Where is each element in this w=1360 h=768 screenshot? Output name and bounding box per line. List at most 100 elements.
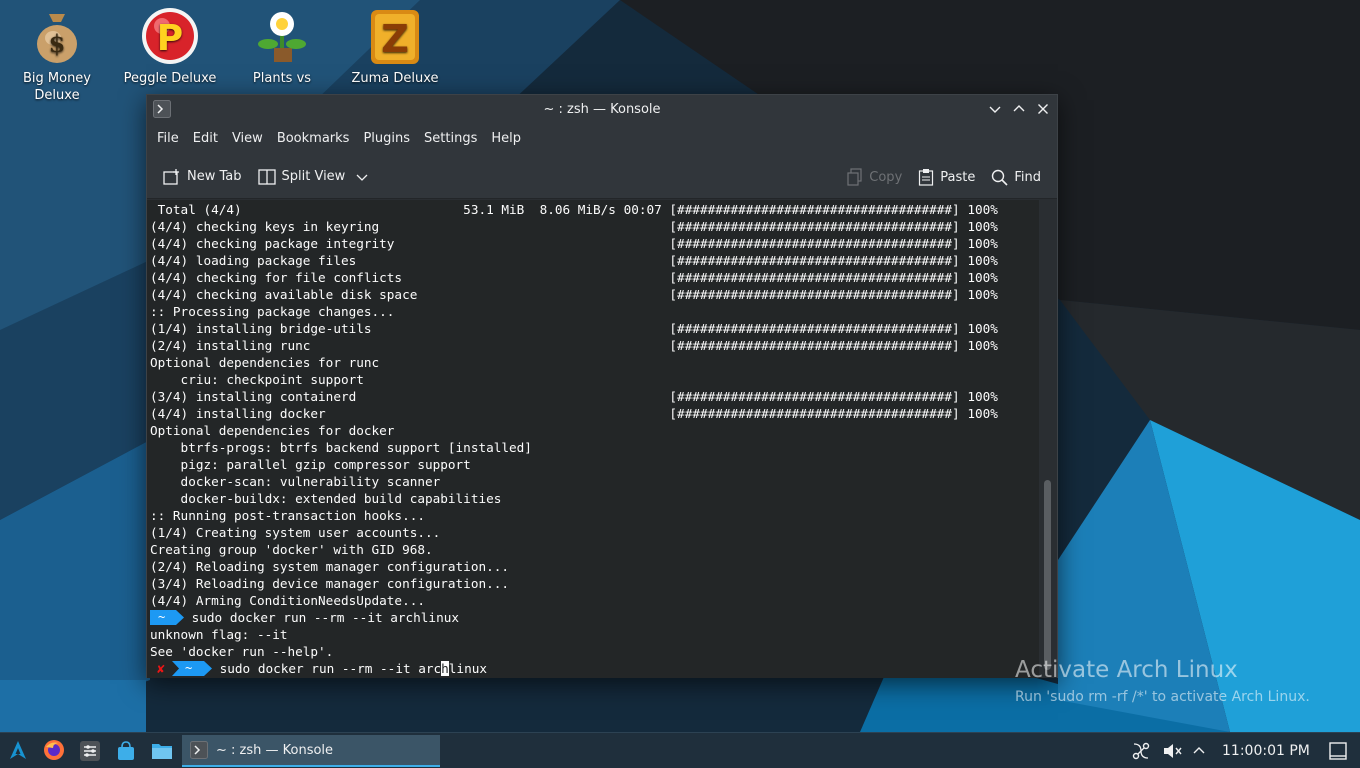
menu-plugins[interactable]: Plugins (356, 125, 417, 153)
task-title: ~ : zsh — Konsole (216, 742, 334, 758)
close-button[interactable] (1033, 99, 1053, 119)
terminal-line: Optional dependencies for docker (150, 423, 395, 438)
terminal-line: (3/4) Reloading device manager configura… (150, 576, 510, 591)
terminal-scrollbar[interactable] (1039, 200, 1057, 678)
terminal-line: (4/4) loading package files [###########… (150, 253, 998, 268)
watermark-subtitle: Run 'sudo rm -rf /*' to activate Arch Li… (1015, 689, 1310, 705)
menu-view[interactable]: View (225, 125, 270, 153)
prompt-line: ~ sudo docker run --rm --it archlinux (150, 609, 1040, 626)
error-status-icon: ✘ (157, 661, 165, 676)
menu-settings[interactable]: Settings (417, 125, 484, 153)
terminal-line: (4/4) Arming ConditionNeedsUpdate... (150, 593, 425, 608)
konsole-window: ~ : zsh — Konsole File Edit View Bookmar… (146, 94, 1058, 678)
terminal-line: Creating group 'docker' with GID 968. (150, 542, 433, 557)
settings-sliders-icon (80, 741, 100, 761)
system-tray-expand-button[interactable] (1192, 743, 1206, 762)
system-settings-launcher[interactable] (80, 741, 100, 765)
menu-help[interactable]: Help (484, 125, 528, 153)
terminal-line: docker-buildx: extended build capabiliti… (150, 491, 502, 506)
menu-edit[interactable]: Edit (186, 125, 225, 153)
new-tab-button[interactable]: New Tab (155, 162, 250, 192)
desktop-icon-peggle[interactable]: P Peggle Deluxe (118, 6, 222, 87)
terminal-output[interactable]: Total (4/4) 53.1 MiB 8.06 MiB/s 00:07 [#… (147, 200, 1040, 678)
command-text: sudo docker run --rm --it archlinux (184, 610, 459, 625)
volume-tray-button[interactable] (1162, 741, 1182, 765)
network-tray-button[interactable] (1131, 741, 1151, 765)
show-desktop-icon (1329, 742, 1347, 760)
plants-icon (258, 12, 306, 62)
scrollbar-thumb[interactable] (1044, 480, 1051, 670)
terminal-line: (2/4) Reloading system manager configura… (150, 559, 510, 574)
copy-icon (847, 168, 862, 186)
split-view-label: Split View (281, 169, 346, 184)
taskbar: ~ : zsh — Konsole 11:00:01 PM (0, 732, 1360, 768)
split-view-button[interactable]: Split View (250, 162, 378, 192)
find-label: Find (1014, 169, 1041, 185)
prompt-badge: ~ (172, 661, 212, 676)
search-icon (992, 169, 1008, 186)
taskbar-task-konsole[interactable]: ~ : zsh — Konsole (182, 735, 440, 767)
file-manager-launcher[interactable] (151, 741, 173, 765)
desktop-icon-label: Plants vs (252, 71, 312, 86)
toolbar: New Tab Split View Copy Paste Find (147, 155, 1057, 199)
menu-bookmarks[interactable]: Bookmarks (270, 125, 357, 153)
terminal-line: (4/4) checking for file conflicts [#####… (150, 270, 998, 285)
desktop-icon-big-money[interactable]: $ Big Money Deluxe (5, 6, 109, 104)
terminal-line: btrfs-progs: btrfs backend support [inst… (150, 440, 532, 455)
chevron-down-icon[interactable] (355, 170, 369, 184)
volume-muted-icon (1164, 744, 1182, 758)
paste-button[interactable]: Paste (910, 162, 983, 192)
network-icon (1132, 742, 1150, 760)
peggle-icon: P (142, 8, 198, 64)
menu-bar: File Edit View Bookmarks Plugins Setting… (147, 123, 1057, 155)
digital-clock[interactable]: 11:00:01 PM (1222, 733, 1310, 768)
desktop-icon-label: Big Money Deluxe (22, 71, 91, 103)
terminal-line: (1/4) installing bridge-utils [#########… (150, 321, 998, 336)
terminal-line: criu: checkpoint support (150, 372, 364, 387)
copy-label: Copy (869, 169, 903, 185)
show-desktop-button[interactable] (1329, 742, 1347, 764)
text-cursor: h (441, 661, 449, 676)
split-view-icon (257, 168, 276, 185)
application-launcher[interactable] (8, 740, 28, 764)
konsole-app-icon (153, 100, 171, 122)
terminal-line: (3/4) installing containerd [###########… (150, 389, 998, 404)
watermark-title: Activate Arch Linux (1015, 657, 1238, 683)
paste-icon (919, 169, 934, 186)
terminal-line: (1/4) Creating system user accounts... (150, 525, 441, 540)
shopping-bag-icon (118, 741, 134, 760)
terminal-line: (4/4) checking keys in keyring [########… (150, 219, 998, 234)
money-bag-icon: $ (37, 14, 77, 63)
prompt-badge: ~ (150, 610, 184, 625)
new-tab-label: New Tab (187, 169, 242, 184)
desktop-icon-label: Zuma Deluxe (351, 71, 439, 86)
find-button[interactable]: Find (983, 162, 1049, 192)
paste-label: Paste (940, 169, 976, 185)
terminal-line: (4/4) checking package integrity [######… (150, 236, 998, 251)
firefox-icon (44, 740, 64, 760)
desktop-icon-zuma[interactable]: Z Zuma Deluxe (343, 6, 447, 87)
arch-logo-icon (10, 741, 26, 759)
window-titlebar[interactable]: ~ : zsh — Konsole (147, 95, 1057, 123)
minimize-button[interactable] (985, 99, 1005, 119)
firefox-launcher[interactable] (43, 739, 65, 765)
maximize-button[interactable] (1009, 99, 1029, 119)
terminal-line: (4/4) installing docker [###############… (150, 406, 998, 421)
discover-launcher[interactable] (116, 741, 136, 765)
terminal-line: docker-scan: vulnerability scanner (150, 474, 441, 489)
svg-text:P: P (157, 18, 183, 59)
desktop-icon-label: Peggle Deluxe (123, 71, 217, 86)
zuma-icon: Z (371, 10, 419, 64)
terminal-line: :: Running post-transaction hooks... (150, 508, 425, 523)
command-input-text: sudo docker run --rm --it arc (212, 661, 442, 676)
terminal-line: (2/4) installing runc [#################… (150, 338, 998, 353)
close-icon (1038, 104, 1048, 114)
active-prompt-line[interactable]: ✘ ~ sudo docker run --rm --it archlinux (150, 660, 1040, 677)
svg-text:Z: Z (381, 17, 409, 61)
terminal-line: (4/4) checking available disk space [###… (150, 287, 998, 302)
copy-button[interactable]: Copy (839, 162, 910, 192)
terminal-line: :: Processing package changes... (150, 304, 395, 319)
desktop-icon-plants[interactable]: Plants vs (230, 6, 334, 87)
menu-file[interactable]: File (150, 125, 186, 153)
terminal-line: Optional dependencies for runc (150, 355, 380, 370)
